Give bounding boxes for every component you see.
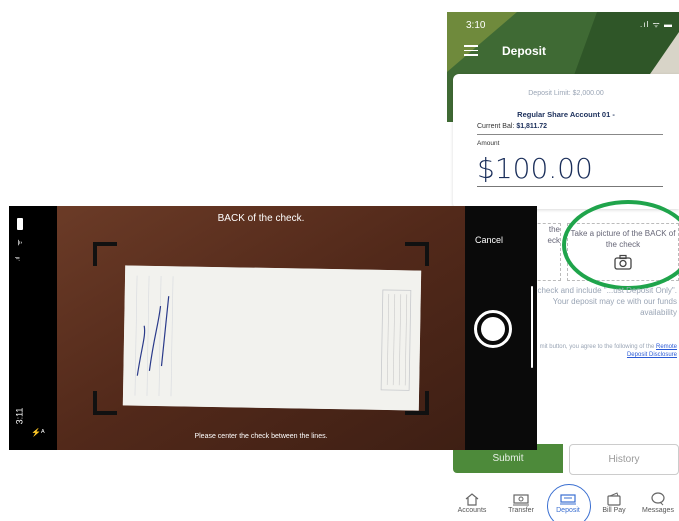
current-balance-label: Current Bal: bbox=[477, 123, 515, 130]
frame-corner-top-left bbox=[93, 242, 117, 266]
nav-label: Bill Pay bbox=[602, 507, 626, 514]
status-time: 3:11 bbox=[14, 407, 25, 425]
frame-corner-top-right bbox=[405, 242, 429, 266]
menu-icon[interactable] bbox=[464, 45, 478, 56]
nav-accounts[interactable]: Accounts bbox=[449, 492, 495, 514]
divider bbox=[477, 134, 663, 135]
check-deposit-icon bbox=[560, 494, 576, 505]
frame-corner-bottom-left bbox=[93, 391, 117, 415]
camera-controls: Cancel bbox=[465, 206, 537, 450]
wifi-icon: ᯤ bbox=[16, 239, 24, 246]
divider bbox=[477, 186, 663, 187]
shutter-inner bbox=[481, 317, 505, 341]
nav-label: Messages bbox=[642, 507, 674, 514]
home-icon bbox=[465, 493, 479, 506]
account-selector[interactable]: Regular Share Account 01 - bbox=[453, 110, 679, 119]
cancel-button[interactable]: Cancel bbox=[475, 235, 503, 245]
camera-instruction: BACK of the check. bbox=[217, 213, 305, 224]
camera-hint: Please center the check between the line… bbox=[194, 433, 328, 440]
deposit-limit: Deposit Limit: $2,000.00 bbox=[528, 90, 604, 97]
nav-label: Deposit bbox=[556, 507, 580, 514]
shutter-button[interactable] bbox=[474, 310, 512, 348]
amount-input[interactable]: $100.00 bbox=[477, 152, 593, 185]
agreement-text: mit button, you agree to the following o… bbox=[533, 343, 677, 359]
current-balance: Current Bal: $1,811.72 bbox=[477, 123, 547, 130]
chat-icon bbox=[651, 492, 665, 506]
status-icons: .ıl ᯤ ▬ bbox=[640, 20, 673, 29]
status-time: 3:10 bbox=[466, 20, 486, 31]
check-back-graphic bbox=[122, 265, 422, 411]
agreement-prefix: mit button, you agree to the following o… bbox=[539, 344, 656, 350]
page-title: Deposit bbox=[502, 44, 547, 58]
nav-bill-pay[interactable]: Bill Pay bbox=[591, 492, 637, 514]
zoom-slider[interactable] bbox=[531, 286, 533, 368]
nav-deposit[interactable]: Deposit bbox=[545, 492, 591, 514]
frame-corner-bottom-right bbox=[405, 391, 429, 415]
history-button[interactable]: History bbox=[569, 444, 679, 475]
amount-label: Amount bbox=[477, 140, 500, 147]
camera-screen: ᯤ .ıl 3:11 ⚡ᴬ BACK of the check. Please … bbox=[9, 206, 537, 450]
current-balance-value: $1,811.72 bbox=[516, 123, 548, 130]
nav-label: Transfer bbox=[508, 507, 534, 514]
camera-viewfinder: BACK of the check. Please center the che… bbox=[57, 206, 465, 450]
nav-messages[interactable]: Messages bbox=[635, 492, 679, 514]
wallet-icon bbox=[607, 492, 621, 506]
status-bar: ᯤ .ıl 3:11 ⚡ᴬ bbox=[9, 206, 57, 450]
nav-label: Accounts bbox=[457, 507, 487, 514]
deposit-card: Deposit Limit: $2,000.00 Regular Share A… bbox=[453, 74, 679, 209]
transfer-icon bbox=[513, 494, 529, 506]
signal-icon: .ıl bbox=[15, 256, 22, 262]
check-image bbox=[122, 265, 422, 411]
flash-auto-icon[interactable]: ⚡ᴬ bbox=[31, 428, 45, 437]
deposit-instructions: check and include "...ust Deposit Only".… bbox=[537, 286, 677, 317]
battery-icon bbox=[17, 218, 23, 230]
nav-transfer[interactable]: Transfer bbox=[498, 492, 544, 514]
